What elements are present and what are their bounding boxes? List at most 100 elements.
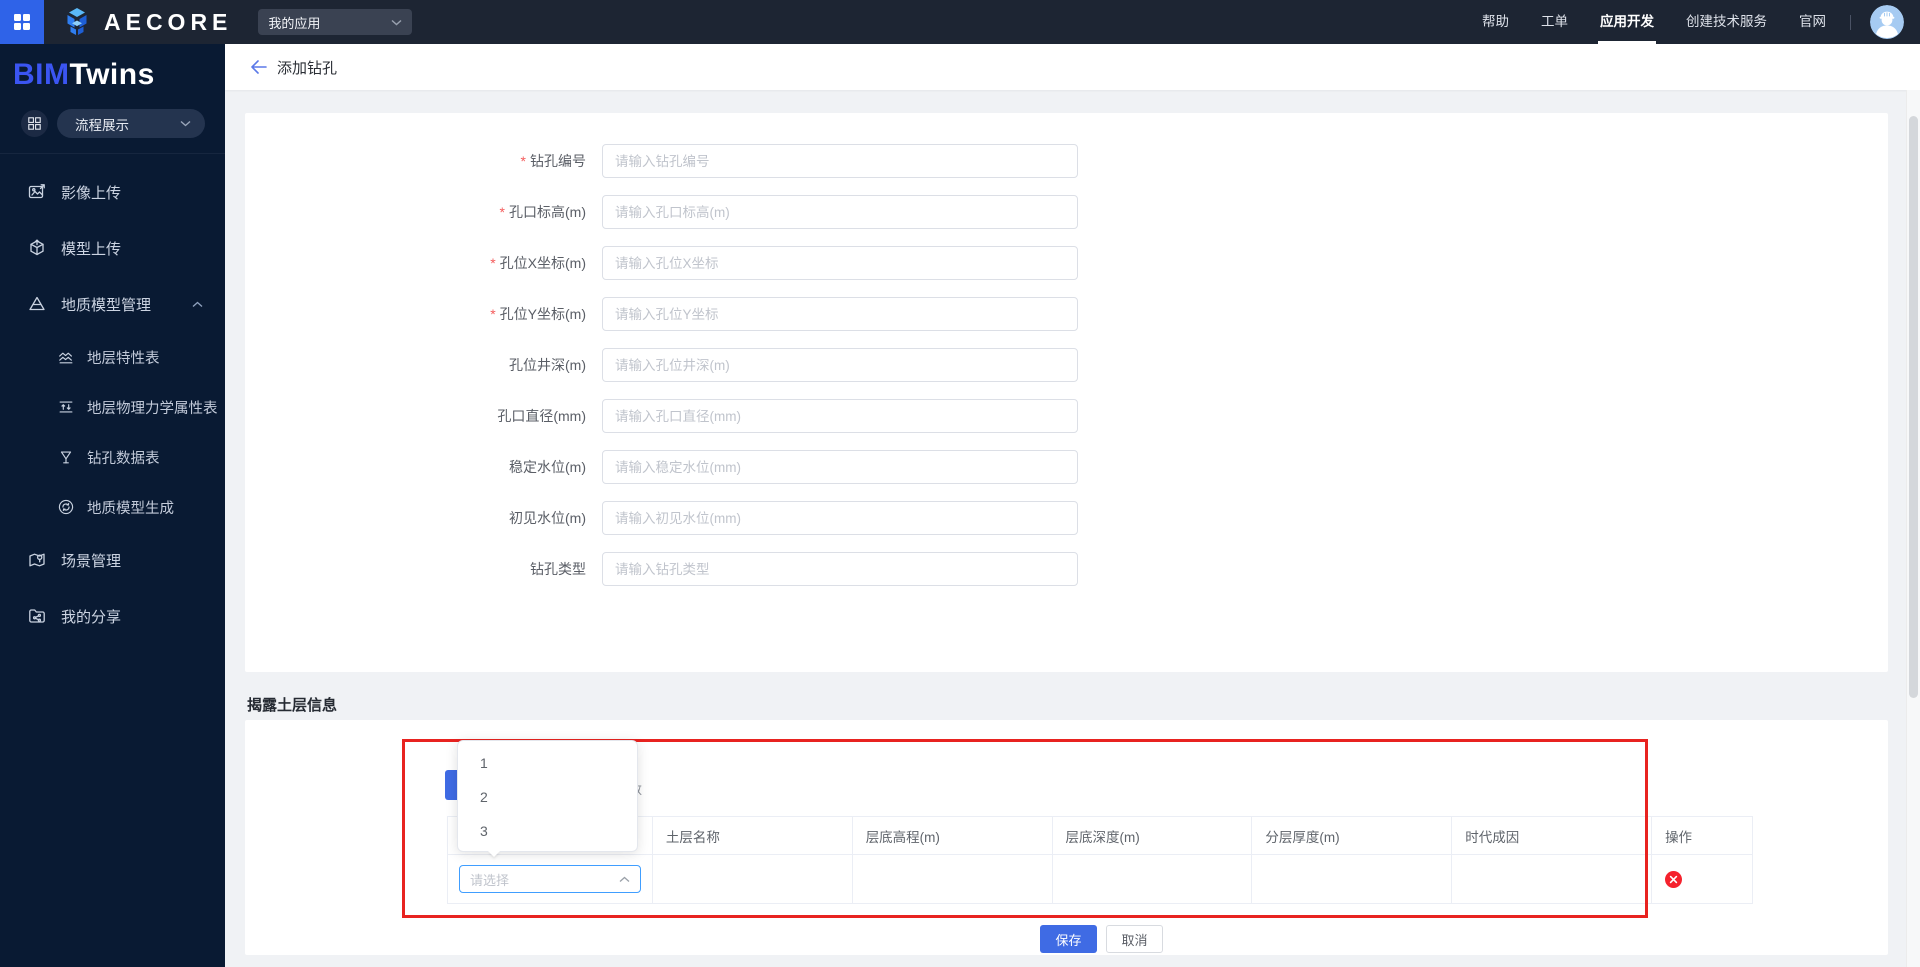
field-label-well-depth: 孔位井深(m) [509, 357, 586, 373]
orifice-diameter-input[interactable] [602, 399, 1078, 433]
top-navigation: 帮助 工单 应用开发 创建技术服务 官网 [1482, 0, 1826, 44]
apps-grid-button[interactable] [0, 0, 44, 44]
sidebar-item-strata-physics-table[interactable]: 地层物理力学属性表 [0, 382, 225, 432]
form-row: 初见水位(m) [245, 501, 1888, 535]
table-cell-soil-name [652, 855, 853, 904]
sidebar-item-borehole-data-table[interactable]: 钻孔数据表 [0, 432, 225, 482]
initial-water-level-input[interactable] [602, 501, 1078, 535]
required-mark: * [499, 204, 505, 220]
sidebar-item-model-upload[interactable]: 模型上传 [0, 220, 225, 276]
table-cell-bottom-depth [1052, 855, 1253, 904]
sidebar-item-label: 场景管理 [61, 552, 122, 570]
sidebar-item-geology-model-generate[interactable]: 地质模型生成 [0, 482, 225, 532]
logo-bim: BIM [13, 58, 70, 91]
table-cell-bottom-elevation [852, 855, 1053, 904]
field-label-initial-water-level: 初见水位(m) [509, 510, 586, 526]
field-label-borehole-number: * 钻孔编号 [520, 153, 586, 169]
stable-water-level-input[interactable] [602, 450, 1078, 484]
soil-section-title: 揭露土层信息 [247, 697, 338, 714]
sidebar-item-geology-model-management[interactable]: 地质模型管理 [0, 276, 225, 332]
module-grid-button[interactable] [21, 110, 48, 137]
sidebar-item-scene-management[interactable]: 场景管理 [0, 532, 225, 588]
workspace-select[interactable]: 我的应用 [258, 9, 413, 35]
topbar-divider [1850, 14, 1851, 30]
topnav-help[interactable]: 帮助 [1482, 0, 1509, 44]
table-cell-actions [1652, 855, 1753, 904]
sidebar-item-strata-properties-table[interactable]: 地层特性表 [0, 332, 225, 382]
geology-model-icon [29, 296, 45, 311]
dropdown-option-1[interactable]: 1 [458, 746, 637, 780]
save-button[interactable]: 保存 [1040, 925, 1097, 953]
grid-icon [28, 117, 41, 130]
popup-arrow [488, 851, 500, 857]
chevron-up-icon [619, 876, 630, 882]
sidebar-item-label: 钻孔数据表 [87, 450, 160, 467]
soil-layers-table: 土层名称 层底高程(m) 层底深度(m) 分层厚度(m) 时代成因 操作 请选择 [447, 816, 1753, 904]
sidebar-menu: 影像上传 模型上传 地质模型管理 地层特性表 地层物理力学属性表 钻孔数据表 地… [0, 154, 225, 644]
form-row: 孔口直径(mm) [245, 399, 1888, 433]
well-depth-input[interactable] [602, 348, 1078, 382]
engineer-avatar-icon [1870, 5, 1904, 39]
table-row: 请选择 [448, 855, 1753, 904]
scene-map-icon [29, 553, 45, 567]
table-header-bottom-elevation: 层底高程(m) [852, 817, 1053, 855]
form-row: 稳定水位(m) [245, 450, 1888, 484]
table-cell-layer-thickness [1252, 855, 1453, 904]
table-cell-layer-count: 请选择 [448, 855, 653, 904]
back-button[interactable] [250, 60, 267, 74]
layer-count-select-placeholder: 请选择 [470, 872, 510, 888]
scrollbar-thumb[interactable] [1909, 116, 1918, 698]
sidebar-item-label: 地质模型生成 [87, 500, 174, 517]
sidebar-item-label: 影像上传 [61, 184, 122, 202]
field-label-orifice-diameter: 孔口直径(mm) [497, 408, 586, 424]
borehole-number-input[interactable] [602, 144, 1078, 178]
soil-layers-card: 添加土层 请选择土层层数 土层名称 层底高程(m) 层底深度(m) 分层厚度(m… [245, 720, 1888, 955]
dropdown-option-2[interactable]: 2 [458, 780, 637, 814]
required-mark: * [490, 306, 496, 322]
user-avatar[interactable] [1870, 5, 1904, 39]
model-upload-icon [30, 239, 44, 256]
topnav-create-tech-service[interactable]: 创建技术服务 [1686, 0, 1767, 44]
y-coordinate-input[interactable] [602, 297, 1078, 331]
form-row: 钻孔类型 [245, 552, 1888, 586]
delete-row-icon[interactable] [1665, 870, 1683, 888]
geology-submenu: 地层特性表 地层物理力学属性表 钻孔数据表 地质模型生成 [0, 332, 225, 532]
sidebar-item-label: 我的分享 [61, 608, 122, 626]
module-select[interactable]: 流程展示 [57, 109, 205, 138]
form-row: * 孔位X坐标(m) [245, 246, 1888, 280]
table-header-soil-name: 土层名称 [652, 817, 853, 855]
brand-name: AECORE [104, 8, 233, 35]
form-row: * 钻孔编号 [245, 144, 1888, 178]
orifice-elevation-input[interactable] [602, 195, 1078, 229]
topnav-workorder[interactable]: 工单 [1541, 0, 1568, 44]
field-label-orifice-elevation: * 孔口标高(m) [499, 204, 586, 220]
page-title: 添加钻孔 [277, 59, 338, 77]
apps-grid-icon [14, 14, 30, 30]
topnav-app-dev[interactable]: 应用开发 [1598, 0, 1656, 44]
table-header-bottom-depth: 层底深度(m) [1052, 817, 1253, 855]
borehole-type-input[interactable] [602, 552, 1078, 586]
share-folder-icon [29, 609, 45, 623]
module-switcher-row: 流程展示 [21, 109, 225, 138]
scrollbar-track[interactable] [1906, 90, 1920, 967]
layer-count-select[interactable]: 请选择 [459, 865, 641, 893]
form-row: * 孔位Y坐标(m) [245, 297, 1888, 331]
field-label-borehole-type: 钻孔类型 [530, 561, 586, 577]
dropdown-option-3[interactable]: 3 [458, 814, 637, 848]
field-label-y-coordinate: * 孔位Y坐标(m) [490, 306, 586, 322]
borehole-form-card: *钻孔编号 *孔口标高(m) *孔位X坐标(m) *孔位Y坐标(m) 孔位井深(… [245, 113, 1888, 672]
field-label-x-coordinate: * 孔位X坐标(m) [490, 255, 586, 271]
page-header: 添加钻孔 [225, 44, 1920, 90]
cancel-button[interactable]: 取消 [1106, 925, 1163, 953]
x-coordinate-input[interactable] [602, 246, 1078, 280]
chevron-up-icon [192, 301, 203, 307]
sidebar-item-my-shares[interactable]: 我的分享 [0, 588, 225, 644]
sidebar: BIMTwins 流程展示 影像上传 模型上传 地质模型管理 地层特性表 地层物… [0, 44, 225, 967]
sidebar-item-image-upload[interactable]: 影像上传 [0, 164, 225, 220]
table-header-era-origin: 时代成因 [1452, 817, 1653, 855]
form-row: * 孔口标高(m) [245, 195, 1888, 229]
image-upload-icon [28, 184, 45, 199]
strata-icon [59, 352, 73, 364]
required-mark: * [520, 153, 526, 169]
topnav-official-site[interactable]: 官网 [1799, 0, 1826, 44]
